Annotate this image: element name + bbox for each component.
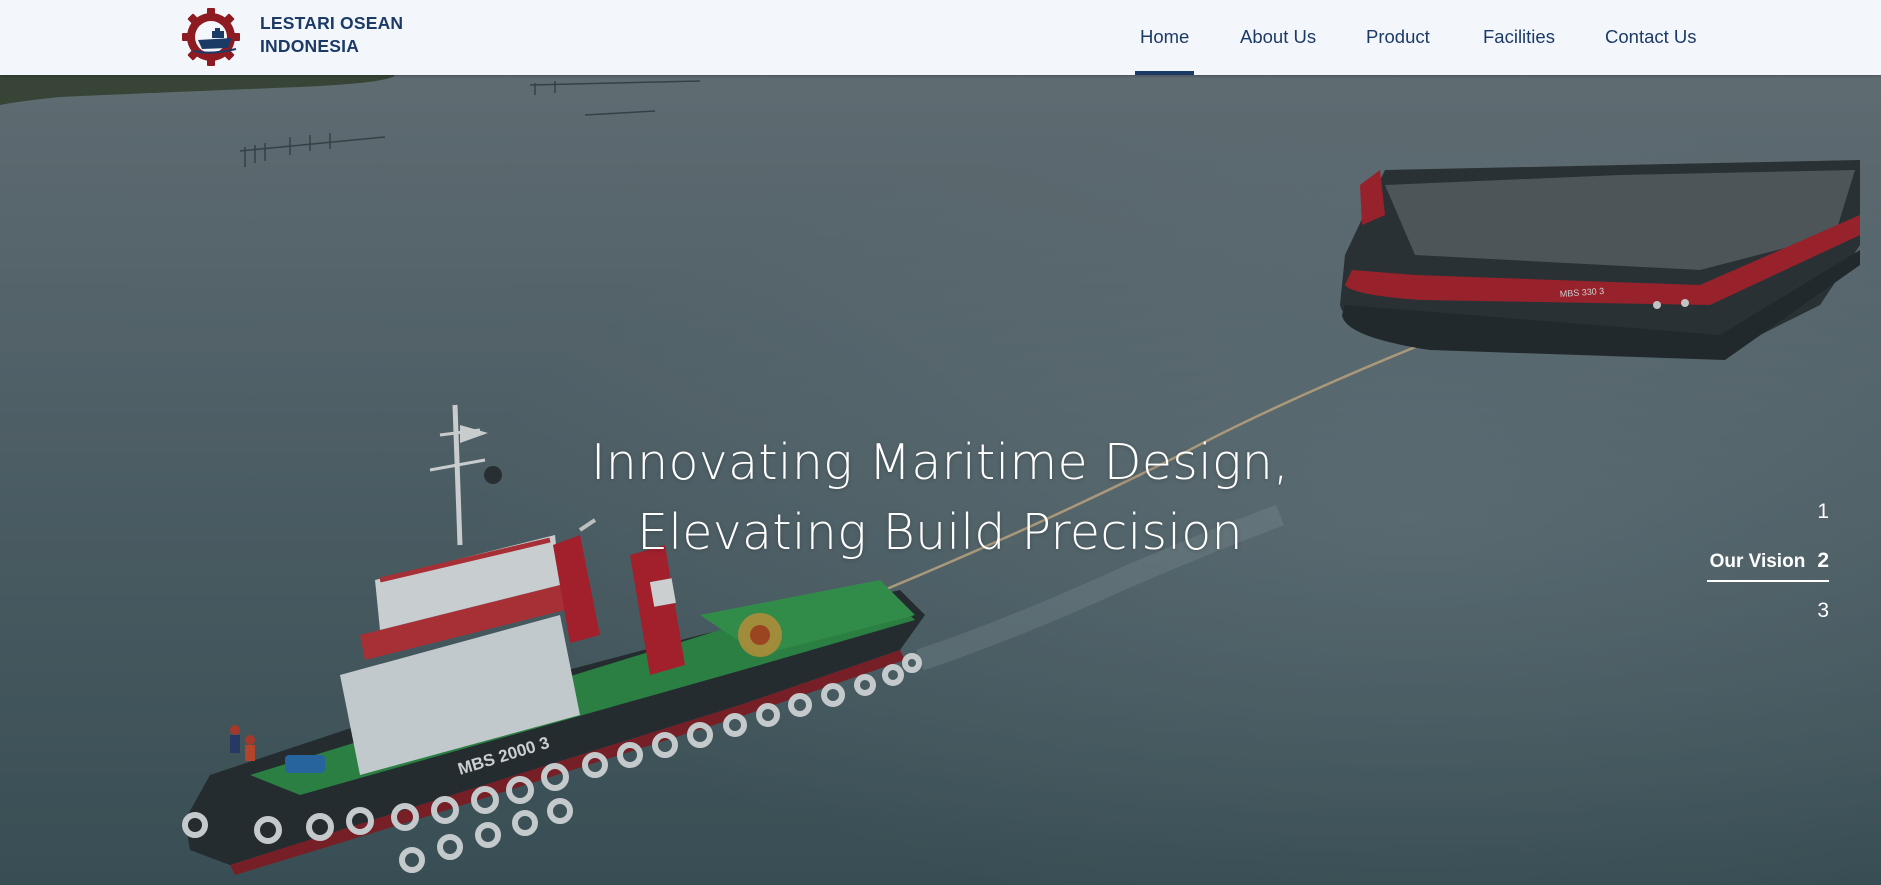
slide-label-2: Our Vision xyxy=(1709,551,1806,572)
gear-ship-logo-icon[interactable] xyxy=(180,7,242,67)
brand-name-line1: LESTARI OSEAN xyxy=(260,13,404,33)
slide-item-1[interactable]: 1 xyxy=(1817,500,1829,524)
hero-title: Innovating Maritime Design, Elevating Bu… xyxy=(540,428,1340,568)
slide-number-1: 1 xyxy=(1817,500,1829,523)
slide-number-2: 2 xyxy=(1817,549,1829,572)
slide-item-2[interactable]: Our Vision 2 xyxy=(1710,549,1829,573)
slide-number-3: 3 xyxy=(1817,599,1829,622)
brand-name-line2: INDONESIA xyxy=(260,36,360,56)
site-header: LESTARI OSEAN INDONESIA Home About Us Pr… xyxy=(0,0,1881,75)
brand-name[interactable]: LESTARI OSEAN INDONESIA xyxy=(260,12,403,58)
hero-section: MBS 330 3 MBS 2000 3 Innovating Maritime… xyxy=(0,75,1881,885)
nav-about-us[interactable]: About Us xyxy=(1240,26,1316,48)
slide-item-3[interactable]: 3 xyxy=(1817,599,1829,623)
slide-active-underline xyxy=(1707,580,1829,582)
nav-product[interactable]: Product xyxy=(1366,26,1430,48)
nav-active-indicator xyxy=(1135,71,1194,75)
nav-home[interactable]: Home xyxy=(1140,26,1189,48)
nav-facilities[interactable]: Facilities xyxy=(1483,26,1555,48)
hero-title-line2: Elevating Build Precision xyxy=(637,504,1243,561)
hero-title-line1: Innovating Maritime Design, xyxy=(591,434,1289,491)
nav-contact-us[interactable]: Contact Us xyxy=(1605,26,1697,48)
